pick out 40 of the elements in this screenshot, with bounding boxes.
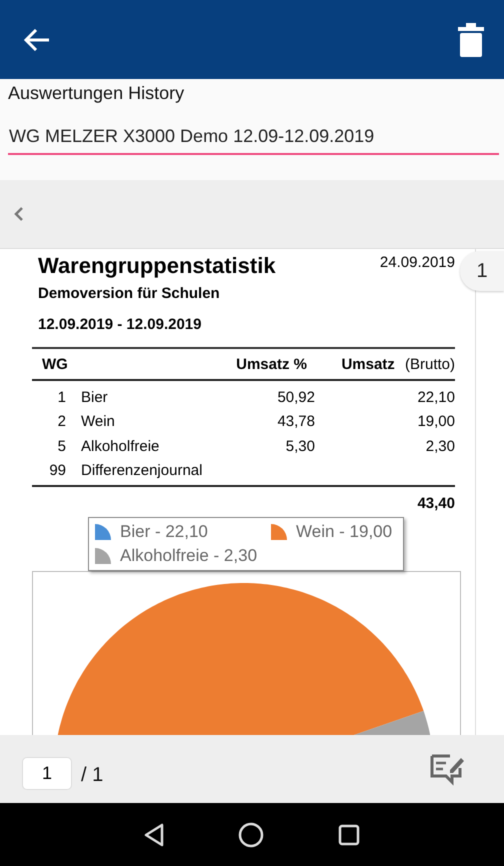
- text-field[interactable]: WG MELZER X3000 Demo 12.09-12.09.2019: [8, 122, 499, 155]
- table-cell-text: 50,92: [276, 388, 315, 406]
- table-cell-text: 19,00: [416, 413, 455, 430]
- date-range: 12.09.2019 - 12.09.2019: [38, 316, 202, 333]
- page-number-badge: 1: [460, 251, 504, 291]
- table-cell-text: 5: [56, 438, 66, 455]
- column-header: Umsatz (Brutto): [340, 356, 455, 372]
- table-cell-text: Wein: [80, 413, 116, 430]
- page-count: / 1: [81, 764, 104, 786]
- legend-swatch-icon: [95, 548, 111, 564]
- field-label: Auswertungen History: [8, 83, 184, 104]
- table-cell-text: 2,30: [424, 438, 455, 455]
- total-value: 43,40: [416, 495, 455, 512]
- legend-swatch-icon: [271, 524, 287, 540]
- legend-swatch-icon: [95, 524, 111, 540]
- table-cell-text: 1: [56, 388, 66, 406]
- page-number-field[interactable]: 1: [22, 756, 72, 790]
- table-cell-text: Differenzenjournal: [80, 462, 202, 480]
- back-arrow-icon[interactable]: [24, 28, 50, 50]
- note-edit-icon[interactable]: [430, 752, 464, 786]
- table-cell-text: 43,78: [276, 413, 315, 430]
- table-cell-text: Bier: [80, 388, 109, 406]
- table-cell-text: 99: [48, 462, 66, 480]
- column-header: Umsatz %: [235, 356, 307, 372]
- column-header: WG: [41, 356, 66, 372]
- legend-label: Wein - 19,00: [296, 522, 392, 542]
- back-triangle-icon[interactable]: [144, 822, 164, 846]
- report-title: Warengruppenstatistik: [38, 253, 276, 279]
- home-circle-icon[interactable]: [238, 822, 264, 848]
- table-cell-text: 2: [56, 413, 66, 430]
- legend-label: Alkoholfreie - 2,30: [120, 546, 258, 566]
- table-cell-text: 22,10: [416, 388, 455, 406]
- recents-square-icon[interactable]: [338, 824, 360, 846]
- report-date: 24.09.2019: [380, 253, 455, 271]
- table-cell-text: 5,30: [284, 438, 315, 455]
- report-subtitle: Demoversion für Schulen: [38, 285, 221, 302]
- trash-icon[interactable]: [458, 22, 484, 56]
- legend-label: Bier - 22,10: [120, 522, 208, 542]
- table-cell-text: Alkoholfreie: [80, 438, 160, 455]
- chevron-left-icon[interactable]: [14, 206, 24, 222]
